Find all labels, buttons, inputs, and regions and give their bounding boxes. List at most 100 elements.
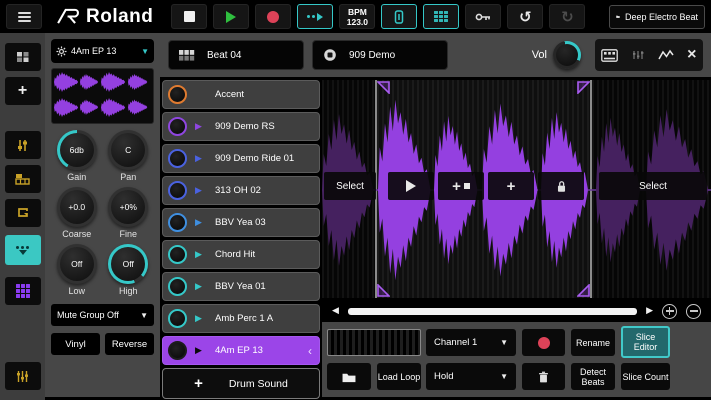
pan-label: Pan	[120, 172, 136, 182]
loop-start-marker-bottom[interactable]	[377, 284, 390, 297]
select-right-button[interactable]: Select	[599, 172, 707, 200]
pad-play-icon[interactable]: ▶	[195, 282, 207, 292]
pad-play-icon[interactable]: ▶	[195, 154, 207, 164]
pad-volume-knob[interactable]	[168, 213, 187, 232]
channel-dropdown[interactable]: Channel 1 ▼	[426, 329, 516, 356]
sidebar-add-button[interactable]: +	[5, 77, 41, 105]
redo-button[interactable]: ↻	[549, 4, 585, 29]
hold-mode-dropdown[interactable]: Hold ▼	[426, 363, 516, 390]
track-row[interactable]: ▶ BBV Yea 03	[162, 208, 320, 237]
waveform-scrollbar: ◀ ▶	[322, 300, 711, 322]
app-window: Roland BPM 123.0 ↺	[0, 0, 711, 400]
track-row[interactable]: ▶ 909 Demo Ride 01	[162, 144, 320, 173]
reverse-button[interactable]: Reverse	[105, 333, 154, 355]
sidebar-loops-button[interactable]	[5, 199, 41, 227]
tab-beat-04[interactable]: Beat 04	[168, 40, 304, 70]
sidebar-sliders-button[interactable]	[5, 131, 41, 159]
lock-button[interactable]	[538, 172, 584, 200]
add-drum-sound-button[interactable]: + Drum Sound	[162, 368, 320, 399]
gain-knob[interactable]: 6db	[57, 130, 97, 170]
slice-count-button[interactable]: Slice Count	[621, 363, 670, 390]
tab-909-demo[interactable]: 909 Demo	[312, 40, 448, 70]
envelope-icon[interactable]	[658, 49, 674, 61]
key-lock-button[interactable]	[465, 4, 501, 29]
track-row[interactable]: ▶ Chord Hit	[162, 240, 320, 269]
sidebar-mixer-button[interactable]	[5, 362, 41, 390]
pad-volume-knob[interactable]	[168, 277, 187, 296]
delete-button[interactable]	[522, 363, 565, 390]
pad-play-icon[interactable]: ▶	[195, 314, 207, 324]
rename-button[interactable]: Rename	[571, 329, 615, 356]
scroll-left-icon[interactable]: ◀	[332, 306, 339, 316]
track-row[interactable]: ▶ 313 OH 02	[162, 176, 320, 205]
detect-beats-button[interactable]: Detect Beats	[571, 363, 615, 390]
sidebar-songs-button[interactable]	[5, 43, 41, 71]
folder-icon	[341, 371, 357, 383]
add-slice-marker-button[interactable]: +	[438, 172, 484, 200]
pad-play-icon[interactable]: ▶	[195, 186, 207, 196]
drum-machine-icon[interactable]	[601, 49, 618, 62]
plus-icon: +	[18, 82, 27, 100]
metronome-button[interactable]	[381, 4, 417, 29]
load-loop-button[interactable]: Load Loop	[377, 363, 421, 390]
track-label: Amb Perc 1 A	[215, 313, 273, 324]
pad-volume-knob[interactable]	[168, 245, 187, 264]
pad-volume-knob[interactable]	[168, 85, 187, 104]
zoom-out-icon[interactable]	[686, 304, 701, 319]
sidebar-keys-button[interactable]	[5, 165, 41, 193]
load-sample-button[interactable]	[327, 363, 371, 390]
select-left-button[interactable]: Select	[324, 172, 376, 200]
coarse-knob[interactable]: +0.0	[57, 187, 97, 227]
track-row[interactable]: ▶ BBV Yea 01	[162, 272, 320, 301]
quantize-grid-button[interactable]	[423, 4, 459, 29]
pad-volume-knob[interactable]	[168, 181, 187, 200]
low-label: Low	[68, 286, 85, 296]
high-knob[interactable]: Off	[108, 244, 148, 284]
zoom-in-icon[interactable]	[662, 304, 677, 319]
track-row[interactable]: ▶ Amb Perc 1 A	[162, 304, 320, 333]
close-icon[interactable]: ×	[687, 48, 696, 62]
pad-play-icon[interactable]: ▶	[195, 218, 207, 228]
fine-knob[interactable]: +0%	[108, 187, 148, 227]
sidebar-pads-button[interactable]	[5, 277, 41, 305]
scroll-right-icon[interactable]: ▶	[646, 306, 653, 316]
stop-button[interactable]	[171, 4, 207, 29]
loop-end-marker[interactable]	[577, 81, 590, 94]
track-row-selected[interactable]: ▶ 4Am EP 13 ‹	[162, 336, 320, 365]
loop-start-marker[interactable]	[377, 81, 390, 94]
pad-play-icon[interactable]: ▶	[195, 346, 207, 356]
low-knob[interactable]: Off	[57, 244, 97, 284]
vinyl-button[interactable]: Vinyl	[51, 333, 100, 355]
loop-end-marker-bottom[interactable]	[577, 284, 590, 297]
mute-group-dropdown[interactable]: Mute Group Off ▼	[51, 304, 154, 326]
scrollbar-thumb[interactable]	[348, 308, 637, 315]
pan-knob[interactable]: C	[108, 130, 148, 170]
add-slice-button[interactable]: +	[488, 172, 534, 200]
mixer-view-icon[interactable]	[631, 49, 645, 61]
step-sequencer-button[interactable]	[297, 4, 333, 29]
slice-editor-button[interactable]: Slice Editor	[621, 326, 670, 358]
pad-play-icon[interactable]: ▶	[195, 122, 207, 132]
pad-volume-knob[interactable]	[168, 309, 187, 328]
bpm-display[interactable]: BPM 123.0	[339, 4, 375, 29]
sample-waveform-thumbnail	[51, 68, 154, 124]
play-button[interactable]	[213, 4, 249, 29]
track-row-accent[interactable]: Accent	[162, 80, 320, 109]
pad-play-icon[interactable]: ▶	[195, 250, 207, 260]
sample-record-button[interactable]	[522, 329, 565, 356]
menu-button[interactable]	[6, 4, 42, 29]
preview-play-button[interactable]	[388, 172, 434, 200]
undo-button[interactable]: ↺	[507, 4, 543, 29]
record-button[interactable]	[255, 4, 291, 29]
sample-edit-panel: 4Am EP 13 ▼ 6db C	[45, 33, 160, 397]
sidebar-sampler-button[interactable]	[5, 235, 41, 265]
volume-knob[interactable]	[553, 41, 581, 69]
pad-volume-knob[interactable]	[168, 149, 187, 168]
waveform-display[interactable]: Select + + Select	[322, 80, 711, 298]
sample-selector[interactable]: 4Am EP 13 ▼	[51, 39, 154, 63]
collapse-chevron-icon[interactable]: ‹	[308, 344, 314, 358]
project-browser-button[interactable]: Deep Electro Beat	[609, 5, 705, 29]
pad-volume-knob[interactable]	[168, 117, 187, 136]
pad-volume-knob[interactable]	[168, 341, 187, 360]
track-row[interactable]: ▶ 909 Demo RS	[162, 112, 320, 141]
